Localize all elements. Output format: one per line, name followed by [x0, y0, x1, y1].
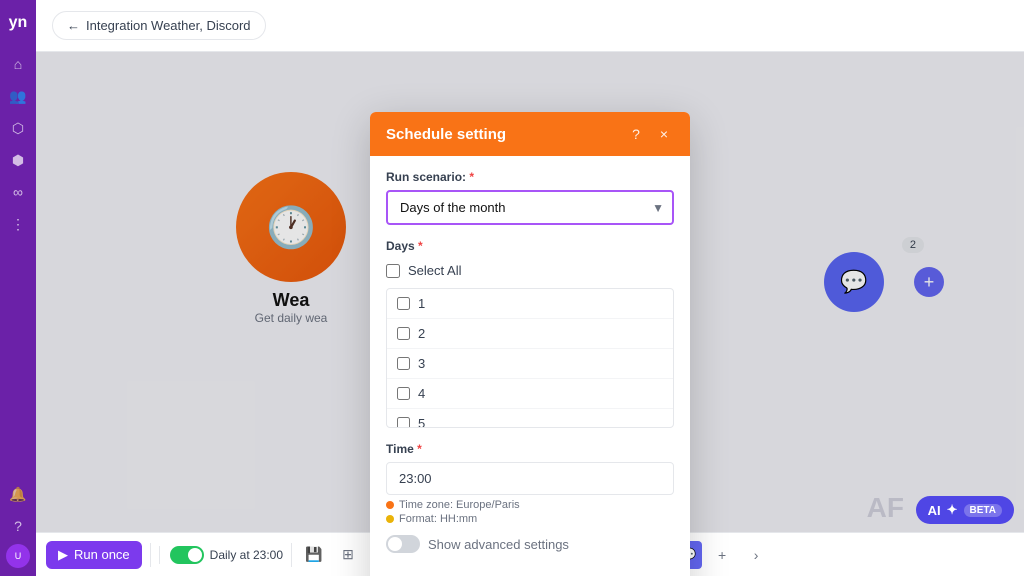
- help-icon[interactable]: ?: [626, 124, 646, 144]
- sidebar-avatar[interactable]: U: [6, 544, 30, 568]
- day-checkbox-4[interactable]: [397, 387, 410, 400]
- run-scenario-select[interactable]: Days of the month: [386, 190, 674, 225]
- back-icon: ←: [67, 18, 80, 33]
- run-once-button[interactable]: ▶ Run once: [46, 541, 142, 569]
- sidebar: yn ⌂ 👥 ⬡ ⬢ ∞ ⋮ 🔔 ? U: [0, 0, 36, 576]
- toolbar-separator-2: [291, 543, 292, 567]
- ai-badge[interactable]: AI ✦ BETA: [916, 496, 1014, 524]
- day-label-2: 2: [418, 326, 425, 341]
- select-all-row: Select All: [386, 259, 674, 282]
- day-label-1: 1: [418, 296, 425, 311]
- time-required-star: *: [414, 442, 422, 456]
- days-required-star: *: [415, 239, 423, 253]
- save-icon[interactable]: 💾: [300, 541, 328, 569]
- advanced-row: Show advanced settings: [386, 535, 674, 553]
- day-label-4: 4: [418, 386, 425, 401]
- sidebar-logo: yn: [9, 8, 28, 38]
- day-item-4: 4: [387, 379, 673, 409]
- time-input[interactable]: [386, 462, 674, 495]
- time-section: Time * Time zone: Europe/Paris Format: H…: [386, 442, 674, 525]
- close-icon[interactable]: ×: [654, 124, 674, 144]
- sidebar-item-share[interactable]: ⬡: [4, 114, 32, 142]
- required-star: *: [466, 170, 474, 184]
- day-checkbox-2[interactable]: [397, 327, 410, 340]
- modal-header-icons: ? ×: [626, 124, 674, 144]
- modal-title: Schedule setting: [386, 126, 506, 143]
- ai-label: AI: [928, 503, 941, 518]
- sidebar-item-question[interactable]: ?: [4, 512, 32, 540]
- sidebar-item-bell[interactable]: 🔔: [4, 480, 32, 508]
- chevron-right-icon[interactable]: ›: [742, 541, 770, 569]
- day-checkbox-3[interactable]: [397, 357, 410, 370]
- days-list: 1 2 3 4: [386, 288, 674, 428]
- beta-badge: BETA: [964, 504, 1002, 517]
- format-note: Format: HH:mm: [386, 513, 674, 525]
- day-label-3: 3: [418, 356, 425, 371]
- time-notes: Time zone: Europe/Paris Format: HH:mm: [386, 499, 674, 525]
- sidebar-item-users[interactable]: 👥: [4, 82, 32, 110]
- topbar-title: Integration Weather, Discord: [86, 18, 251, 33]
- day-item-1: 1: [387, 289, 673, 319]
- select-all-checkbox[interactable]: [386, 264, 400, 278]
- sparkle-icon: ✦: [947, 502, 958, 518]
- sidebar-item-more[interactable]: ⋮: [4, 210, 32, 238]
- back-button[interactable]: ← Integration Weather, Discord: [52, 11, 266, 40]
- run-scenario-label: Run scenario: *: [386, 170, 674, 184]
- schedule-modal: Schedule setting ? × Run scenario: * Day…: [370, 112, 690, 576]
- play-icon: ▶: [58, 547, 68, 563]
- run-scenario-select-wrapper: Days of the month ▼: [386, 190, 674, 225]
- schedule-label: Daily at 23:00: [210, 548, 283, 562]
- run-once-label: Run once: [74, 547, 130, 562]
- schedule-toggle[interactable]: [170, 546, 204, 564]
- select-all-label: Select All: [408, 263, 461, 278]
- sidebar-item-link[interactable]: ∞: [4, 178, 32, 206]
- modal-header: Schedule setting ? ×: [370, 112, 690, 156]
- days-section: Days * Select All 1: [386, 239, 674, 428]
- modal-overlay: Schedule setting ? × Run scenario: * Day…: [36, 52, 1024, 532]
- toolbar-separator-1: [150, 543, 151, 567]
- sidebar-item-plugins[interactable]: ⬢: [4, 146, 32, 174]
- sidebar-item-home[interactable]: ⌂: [4, 50, 32, 78]
- day-checkbox-5[interactable]: [397, 417, 410, 428]
- day-item-5: 5: [387, 409, 673, 428]
- day-item-3: 3: [387, 349, 673, 379]
- days-label: Days *: [386, 239, 674, 253]
- add-icon[interactable]: +: [708, 541, 736, 569]
- schedule-toggle-group: Daily at 23:00: [159, 546, 283, 564]
- advanced-toggle[interactable]: [386, 535, 420, 553]
- format-dot: [386, 515, 394, 523]
- time-label: Time *: [386, 442, 674, 456]
- modal-body: Run scenario: * Days of the month ▼ Days…: [370, 156, 690, 576]
- timezone-note: Time zone: Europe/Paris: [386, 499, 674, 511]
- day-checkbox-1[interactable]: [397, 297, 410, 310]
- af-watermark: AF: [867, 492, 904, 524]
- day-item-2: 2: [387, 319, 673, 349]
- canvas: 🕐 Wea Get daily wea 💬 + 2 Schedule setti…: [36, 52, 1024, 532]
- topbar: ← Integration Weather, Discord: [36, 0, 1024, 52]
- advanced-label: Show advanced settings: [428, 537, 569, 552]
- grid-icon[interactable]: ⊞: [334, 541, 362, 569]
- day-label-5: 5: [418, 416, 425, 428]
- main-area: ← Integration Weather, Discord 🕐 Wea Get…: [36, 0, 1024, 576]
- timezone-dot: [386, 501, 394, 509]
